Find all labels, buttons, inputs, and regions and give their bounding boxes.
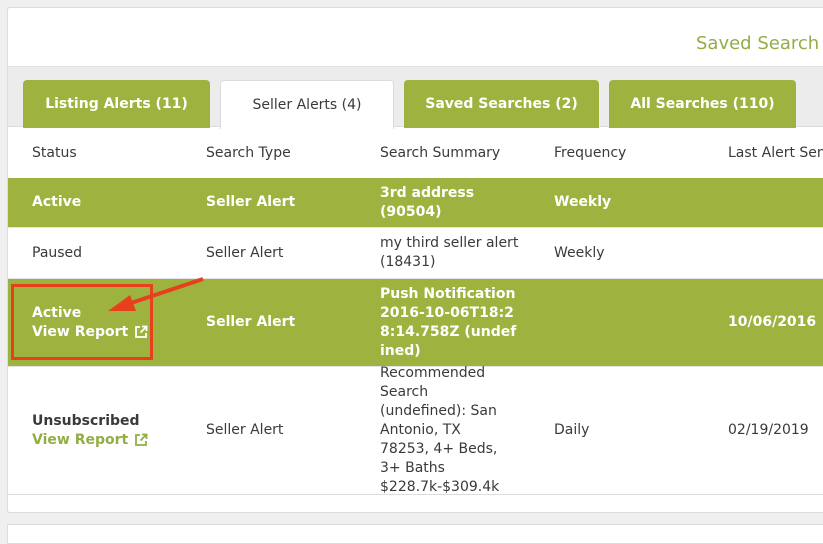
table-row[interactable]: Active View Report Seller Alert Push Not… [8,279,823,367]
search-summary-text: my third seller alert (18431) [380,235,519,270]
status-text: Active [32,194,82,210]
search-type-text: Seller Alert [206,314,296,330]
table-row[interactable]: Unsubscribed View Report Seller Alert Re… [8,365,823,495]
table-row[interactable]: Paused Seller Alert my third seller aler… [8,228,823,279]
external-link-icon [135,325,148,338]
search-type-text: Seller Alert [206,194,296,210]
frequency-text: Weekly [554,244,605,261]
last-sent-text: 10/06/2016 [728,314,817,330]
header-search-type[interactable]: Search Type [206,127,291,178]
view-report-label: View Report [32,431,129,448]
header-status[interactable]: Status [32,127,77,178]
status-text: Unsubscribed [32,412,140,429]
search-summary-text: Push Notification 2016-10-06T18:28:14.75… [380,285,517,359]
last-sent-text: 02/19/2019 [728,422,809,438]
header-frequency[interactable]: Frequency [554,127,626,178]
table-header: Status Search Type Search Summary Freque… [8,127,823,178]
header-last-alert-sent[interactable]: Last Alert Sent [728,127,823,178]
view-report-link[interactable]: View Report [32,323,192,342]
status-text: Active [32,304,82,321]
alert-tabs: Listing Alerts (11) Seller Alerts (4) Sa… [8,66,823,129]
frequency-text: Daily [554,422,590,438]
tab-listing-alerts[interactable]: Listing Alerts (11) [23,80,210,128]
saved-search-panel: Saved Search & Listing Alerts (11) Selle… [7,7,823,513]
search-summary-text: 3rd address (90504) [380,184,475,220]
status-text: Paused [32,244,83,261]
table-row[interactable]: Active Seller Alert 3rd address (90504) … [8,178,823,228]
search-summary-text: Recommended Search (undefined): San Anto… [380,365,500,495]
tab-all-searches[interactable]: All Searches (110) [609,80,796,128]
bottom-panel-edge [7,524,823,544]
external-link-icon [135,433,148,446]
view-report-link[interactable]: View Report [32,431,192,450]
tab-saved-searches[interactable]: Saved Searches (2) [404,80,599,128]
tab-seller-alerts[interactable]: Seller Alerts (4) [220,80,394,129]
search-type-text: Seller Alert [206,422,284,438]
view-report-label: View Report [32,323,129,340]
frequency-text: Weekly [554,194,612,210]
page-title: Saved Search & [696,33,823,54]
alerts-table: Status Search Type Search Summary Freque… [8,127,823,495]
search-type-text: Seller Alert [206,244,284,261]
header-search-summary[interactable]: Search Summary [380,127,500,178]
